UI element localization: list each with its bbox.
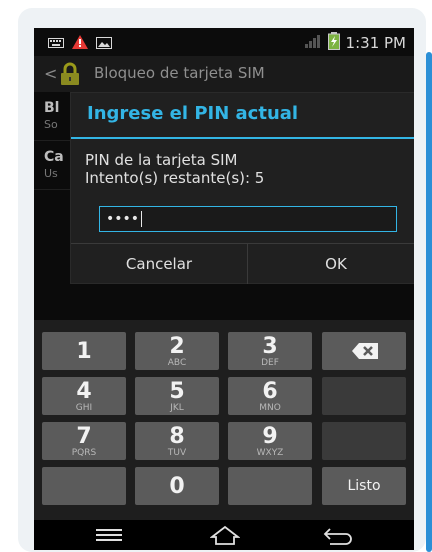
dialog-message: PIN de la tarjeta SIM Intento(s) restant… <box>85 151 264 187</box>
dialog-title-divider <box>71 137 414 139</box>
key-2[interactable]: 2 ABC <box>135 332 219 370</box>
key-digit: 0 <box>169 474 185 499</box>
key-digit: 3 <box>262 334 278 359</box>
back-chevron-icon[interactable]: < <box>44 64 57 83</box>
numeric-keypad: 1 2 ABC 3 DEF 4 GHI 5 JKL 6 MNO 7 PQRS 8… <box>34 320 414 520</box>
menu-icon[interactable] <box>96 526 122 548</box>
ok-button[interactable]: OK <box>248 244 414 284</box>
key-letters: DEF <box>261 358 279 368</box>
key-digit: 7 <box>76 424 92 449</box>
key-letters: PQRS <box>71 448 97 458</box>
key-digit: 4 <box>76 379 92 404</box>
done-label: Listo <box>347 478 381 494</box>
battery-icon <box>327 32 340 54</box>
key-letters: ABC <box>167 358 187 368</box>
status-time: 1:31 PM <box>345 34 406 52</box>
list-item-title: Ca <box>44 149 64 165</box>
key-4[interactable]: 4 GHI <box>42 377 126 415</box>
key-letters: GHI <box>75 403 93 413</box>
image-icon <box>96 34 112 49</box>
blank-key <box>228 467 312 505</box>
key-digit: 8 <box>169 424 185 449</box>
list-item-subtitle: Us <box>44 167 58 180</box>
back-icon[interactable] <box>322 525 354 549</box>
home-icon[interactable] <box>209 525 241 549</box>
key-3[interactable]: 3 DEF <box>228 332 312 370</box>
keyboard-icon <box>48 34 64 48</box>
warning-icon <box>72 34 88 49</box>
list-item-subtitle: So <box>44 118 58 131</box>
done-key[interactable]: Listo <box>322 467 406 505</box>
blank-key <box>322 422 406 460</box>
blank-key <box>42 467 126 505</box>
key-digit: 6 <box>262 379 278 404</box>
key-6[interactable]: 6 MNO <box>228 377 312 415</box>
status-bar: 1:31 PM <box>34 28 414 56</box>
frame-accent-stripe <box>426 52 432 552</box>
key-0[interactable]: 0 <box>135 467 219 505</box>
dialog-title: Ingrese el PIN actual <box>87 103 299 124</box>
cancel-button[interactable]: Cancelar <box>71 244 248 284</box>
key-digit: 9 <box>262 424 278 449</box>
pin-value: •••• <box>106 211 140 227</box>
signal-icon <box>304 33 322 53</box>
phone-screen: 1:31 PM < Bloqueo de tarjeta SIM Bl So C… <box>34 28 414 550</box>
key-letters: WXYZ <box>256 448 284 458</box>
pin-dialog: Ingrese el PIN actual PIN de la tarjeta … <box>70 92 414 284</box>
text-caret <box>141 211 143 227</box>
pin-input[interactable]: •••• <box>99 206 397 232</box>
dialog-message-line1: PIN de la tarjeta SIM <box>85 151 238 169</box>
key-digit: 1 <box>76 339 92 364</box>
action-bar: < Bloqueo de tarjeta SIM <box>34 56 414 92</box>
key-5[interactable]: 5 JKL <box>135 377 219 415</box>
key-7[interactable]: 7 PQRS <box>42 422 126 460</box>
key-letters: MNO <box>259 403 281 413</box>
key-letters: TUV <box>167 448 187 458</box>
backspace-key[interactable] <box>322 332 406 370</box>
key-1[interactable]: 1 <box>42 332 126 370</box>
blank-key <box>322 377 406 415</box>
page-title: Bloqueo de tarjeta SIM <box>94 64 265 82</box>
key-8[interactable]: 8 TUV <box>135 422 219 460</box>
lock-icon <box>58 62 82 86</box>
backspace-icon <box>352 343 378 363</box>
list-item-title: Bl <box>44 100 60 116</box>
key-9[interactable]: 9 WXYZ <box>228 422 312 460</box>
key-digit: 5 <box>169 379 185 404</box>
key-letters: JKL <box>170 403 184 413</box>
attempts-remaining: Intento(s) restante(s): 5 <box>85 169 265 187</box>
key-digit: 2 <box>169 334 185 359</box>
navigation-bar <box>34 520 414 550</box>
dialog-buttons: Cancelar OK <box>71 243 414 284</box>
